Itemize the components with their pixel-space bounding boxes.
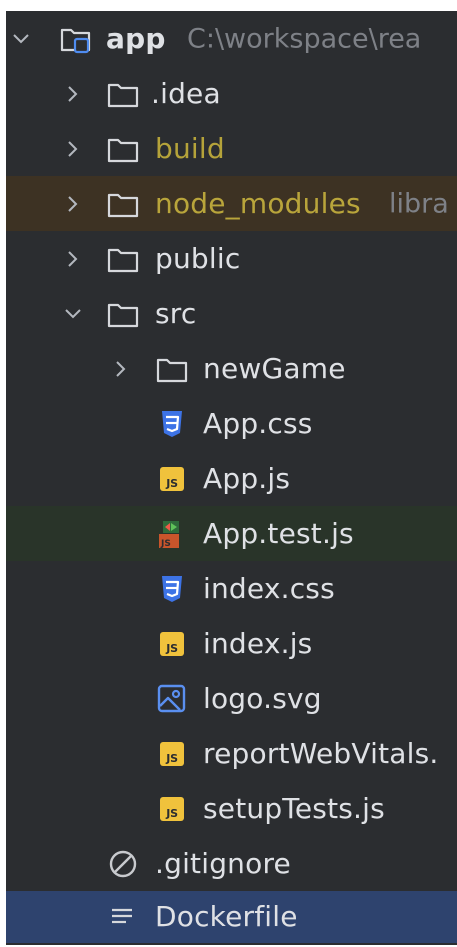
chevron-right-icon[interactable]	[60, 231, 86, 286]
chevron-down-icon[interactable]	[60, 286, 86, 341]
tree-node-idea[interactable]: .idea	[6, 66, 457, 121]
tree-node-src[interactable]: src	[6, 286, 457, 341]
tree-node-label: App.css	[203, 406, 313, 440]
tree-node-label: src	[155, 296, 197, 330]
tree-node-label: newGame	[203, 351, 346, 385]
tree-node-report-web-vitals[interactable]: JS reportWebVitals.	[6, 726, 457, 781]
ignore-file-icon	[106, 847, 140, 881]
svg-file-icon	[155, 682, 189, 716]
tree-node-dockerfile[interactable]: Dockerfile	[6, 891, 457, 943]
js-file-icon: JS	[155, 792, 189, 826]
tree-node-index-css[interactable]: index.css	[6, 561, 457, 616]
tree-node-label: App.test.js	[203, 516, 354, 550]
folder-icon	[106, 297, 140, 331]
folder-icon	[155, 352, 189, 386]
tree-node-newgame[interactable]: newGame	[6, 341, 457, 396]
js-test-file-icon: JS	[155, 517, 189, 551]
svg-text:JS: JS	[160, 539, 171, 549]
tree-node-label: Dockerfile	[155, 900, 298, 933]
tree-node-index-js[interactable]: JS index.js	[6, 616, 457, 671]
chevron-right-icon[interactable]	[60, 176, 86, 231]
tree-node-app-js[interactable]: JS App.js	[6, 451, 457, 506]
folder-icon	[106, 242, 140, 276]
tree-node-build[interactable]: build	[6, 121, 457, 176]
tree-node-label: index.js	[203, 626, 313, 660]
tree-node-node-modules[interactable]: node_modules libra	[6, 176, 457, 231]
tree-node-app-test-js[interactable]: JS App.test.js	[6, 506, 457, 561]
js-file-icon: JS	[155, 627, 189, 661]
tree-node-label: node_modules	[155, 186, 361, 220]
tree-node-label: build	[155, 131, 225, 165]
tree-node-label: App.js	[203, 461, 291, 495]
project-tree: app C:\workspace\rea .idea build node_mo…	[6, 11, 457, 945]
folder-icon	[106, 187, 140, 221]
tree-node-label: reportWebVitals.	[203, 736, 439, 770]
tree-node-label: setupTests.js	[203, 791, 385, 825]
tree-node-public[interactable]: public	[6, 231, 457, 286]
tree-node-setup-tests-js[interactable]: JS setupTests.js	[6, 781, 457, 836]
css-file-icon	[155, 572, 189, 606]
chevron-right-icon[interactable]	[60, 121, 86, 176]
tree-node-label: index.css	[203, 571, 335, 605]
library-hint: libra	[389, 188, 449, 219]
tree-node-label: app	[106, 21, 166, 55]
js-file-icon: JS	[155, 737, 189, 771]
chevron-right-icon[interactable]	[60, 66, 86, 121]
module-folder-icon	[59, 22, 93, 56]
tree-node-logo-svg[interactable]: logo.svg	[6, 671, 457, 726]
chevron-down-icon[interactable]	[8, 11, 34, 66]
css-file-icon	[155, 407, 189, 441]
tree-node-label: .idea	[151, 76, 221, 110]
folder-icon	[106, 77, 140, 111]
chevron-right-icon[interactable]	[108, 341, 134, 396]
js-file-icon: JS	[155, 462, 189, 496]
tree-node-app-css[interactable]: App.css	[6, 396, 457, 451]
text-file-icon	[106, 900, 140, 934]
folder-icon	[106, 132, 140, 166]
tree-node-label: .gitignore	[155, 846, 291, 880]
project-path: C:\workspace\rea	[187, 23, 422, 54]
tree-node-label: public	[155, 241, 241, 275]
tree-node-app[interactable]: app C:\workspace\rea	[6, 11, 457, 66]
tree-node-label: logo.svg	[203, 681, 322, 715]
tree-node-gitignore[interactable]: .gitignore	[6, 836, 457, 891]
